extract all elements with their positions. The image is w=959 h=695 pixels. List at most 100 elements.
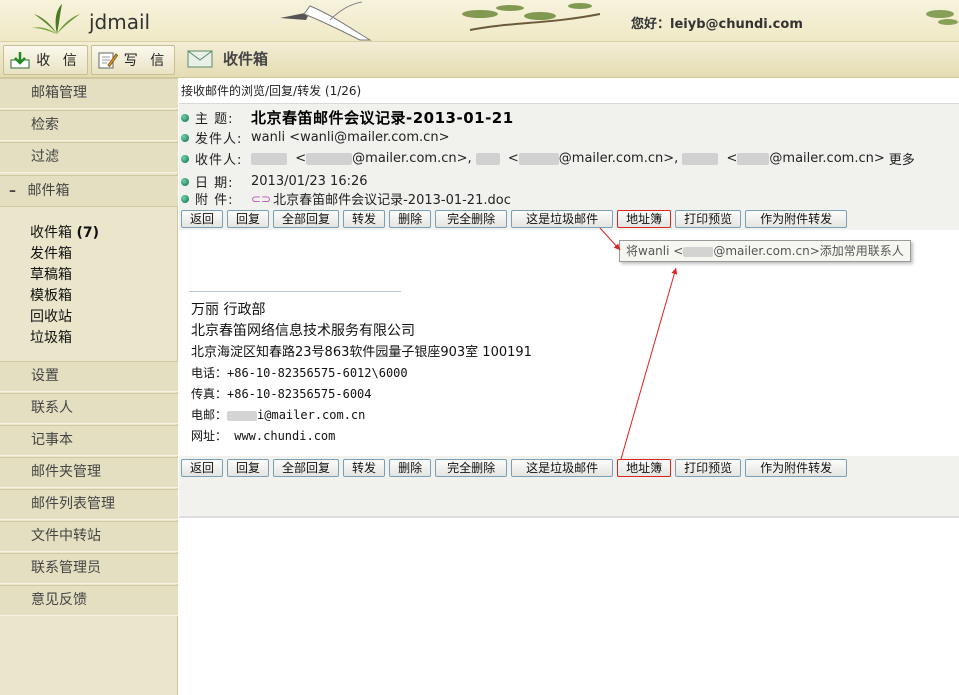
tooltip-prefix: 将wanli < (626, 244, 684, 258)
from-address[interactable]: wanli <wanli@mailer.com.cn> (251, 130, 449, 145)
subject-text: 北京春笛邮件会议记录-2013-01-21 (251, 109, 514, 127)
attachment-label: 附 件: (195, 193, 234, 208)
mailbox-section-label: 邮件箱 (27, 183, 70, 199)
forward-button[interactable]: 转发 (343, 210, 386, 228)
redacted-name (682, 152, 719, 165)
sidebar-item-file-transfer[interactable]: 文件中转站 (0, 521, 178, 552)
date-value: 2013/01/23 16:26 (251, 174, 368, 189)
sidebar-item-folder-manage[interactable]: 邮件夹管理 (0, 457, 178, 488)
to-address[interactable]: @mailer.com.cn> (769, 151, 884, 166)
sig-web: 网址： www.chundi.com (191, 429, 336, 443)
sidebar-item-contact-admin[interactable]: 联系管理员 (0, 553, 178, 584)
receive-mail-label: 收 信 (36, 53, 81, 69)
delete-permanently-button[interactable]: 完全删除 (435, 210, 508, 228)
to-text: < (507, 151, 519, 166)
bottom-action-bar: 返回 回复 全部回复 转发 删除 完全删除 这是垃圾邮件 地址簿 打印预览 作为… (181, 459, 848, 477)
sidebar-item-settings[interactable]: 设置 (0, 361, 178, 392)
pine-branch-decoration (926, 10, 958, 25)
forward-as-attachment-button[interactable]: 作为附件转发 (745, 210, 848, 228)
mark-spam-button-bottom[interactable]: 这是垃圾邮件 (511, 459, 614, 477)
message-body: 万丽 行政部 北京春笛网络信息技术服务有限公司 北京海淀区知春路23号863软件… (191, 300, 532, 447)
print-preview-button[interactable]: 打印预览 (675, 210, 742, 228)
subject-label: 主 题: (195, 112, 234, 127)
compose-pencil-icon (98, 52, 118, 69)
to-text: < (726, 151, 738, 166)
signature-divider (189, 291, 401, 292)
add-contact-tooltip: 将wanli < @mailer.com.cn>添加常用联系人 (619, 240, 911, 262)
folder-item-spam[interactable]: 垃圾箱 (30, 328, 99, 349)
forward-as-attachment-button-bottom[interactable]: 作为附件转发 (745, 459, 848, 477)
sidebar-item-contacts[interactable]: 联系人 (0, 393, 178, 424)
forward-button-bottom[interactable]: 转发 (343, 459, 386, 477)
redacted-name (227, 410, 258, 421)
breadcrumb: 接收邮件的浏览/回复/转发 (1/26) (181, 84, 362, 98)
top-toolbar: 收 信 写 信 (0, 42, 959, 78)
delete-permanently-button-bottom[interactable]: 完全删除 (435, 459, 508, 477)
sidebar-section-mailboxes[interactable]: – 邮件箱 (0, 175, 178, 207)
receive-mail-button[interactable]: 收 信 (3, 45, 88, 75)
paperclip-icon: ⊂⊃ (251, 191, 272, 206)
address-book-button-bottom[interactable]: 地址簿 (617, 459, 672, 477)
folder-item-inbox[interactable]: 收件箱 (7) (30, 223, 99, 244)
delete-button-bottom[interactable]: 删除 (389, 459, 432, 477)
mark-spam-button[interactable]: 这是垃圾邮件 (511, 210, 614, 228)
bullet-icon (181, 154, 189, 163)
sidebar: 邮箱管理 检索 过滤 – 邮件箱 收件箱 (7) 发件箱 草稿箱 模板箱 回收站… (0, 78, 178, 695)
folder-item-drafts[interactable]: 草稿箱 (30, 265, 99, 286)
folder-item-sent[interactable]: 发件箱 (30, 244, 99, 265)
current-folder-title: 收件箱 (187, 48, 268, 69)
sig-company: 北京春笛网络信息技术服务有限公司 (191, 323, 415, 339)
sig-phone: 电话：+86-10-82356575-6012\6000 (191, 366, 408, 380)
collapse-minus-icon[interactable]: – (9, 176, 23, 206)
folder-name: 收件箱 (30, 225, 72, 241)
compose-mail-button[interactable]: 写 信 (91, 45, 175, 75)
folder-item-templates[interactable]: 模板箱 (30, 286, 99, 307)
from-row: 发件人: wanli <wanli@mailer.com.cn> (181, 128, 449, 147)
reply-button-bottom[interactable]: 回复 (227, 459, 270, 477)
compose-mail-label: 写 信 (123, 53, 169, 69)
to-address[interactable]: @mailer.com.cn>, (559, 151, 678, 166)
to-address[interactable]: @mailer.com.cn>, (352, 151, 471, 166)
address-book-button[interactable]: 地址簿 (617, 210, 672, 228)
envelope-icon (187, 50, 213, 67)
back-button-bottom[interactable]: 返回 (181, 459, 224, 477)
sig-fax: 传真：+86-10-82356575-6004 (191, 387, 372, 401)
bullet-icon (181, 133, 189, 142)
tooltip-suffix: @mailer.com.cn>添加常用联系人 (713, 244, 904, 258)
print-preview-button-bottom[interactable]: 打印预览 (675, 459, 742, 477)
to-row: 收件人: < @mailer.com.cn>, < @mailer.com.cn… (181, 149, 915, 168)
to-label: 收件人: (195, 153, 243, 168)
folder-title-text: 收件箱 (223, 50, 269, 68)
top-action-bar: 返回 回复 全部回复 转发 删除 完全删除 这是垃圾邮件 地址簿 打印预览 作为… (181, 210, 848, 228)
message-header: 主 题: 北京春笛邮件会议记录-2013-01-21 发件人: wanli <w… (179, 103, 959, 230)
more-recipients-link[interactable]: 更多 (889, 149, 915, 168)
redacted-name (251, 152, 287, 165)
unread-count: (7) (76, 225, 99, 241)
download-inbox-icon (10, 52, 30, 69)
reply-all-button[interactable]: 全部回复 (273, 210, 340, 228)
redacted-name (518, 152, 559, 165)
back-button[interactable]: 返回 (181, 210, 224, 228)
folder-list: 收件箱 (7) 发件箱 草稿箱 模板箱 回收站 垃圾箱 (30, 223, 99, 349)
reply-all-button-bottom[interactable]: 全部回复 (273, 459, 340, 477)
reply-button[interactable]: 回复 (227, 210, 270, 228)
delete-button[interactable]: 删除 (389, 210, 432, 228)
sidebar-item-mailbox-manage[interactable]: 邮箱管理 (0, 78, 178, 109)
sidebar-item-search[interactable]: 检索 (0, 110, 178, 141)
brand-name: jdmail (89, 10, 151, 34)
attachment-link[interactable]: 北京春笛邮件会议记录-2013-01-21.doc (273, 189, 511, 208)
bamboo-leaf-logo-icon (32, 4, 80, 34)
folder-item-trash[interactable]: 回收站 (30, 307, 99, 328)
sidebar-item-mailing-list[interactable]: 邮件列表管理 (0, 489, 178, 520)
sig-email-address[interactable]: i@mailer.com.cn (257, 408, 365, 422)
attachment-row: 附 件: ⊂⊃ 北京春笛邮件会议记录-2013-01-21.doc (181, 189, 511, 208)
message-view: 接收邮件的浏览/回复/转发 (1/26) 主 题: 北京春笛邮件会议记录-201… (179, 78, 959, 695)
subject-row: 主 题: 北京春笛邮件会议记录-2013-01-21 (181, 107, 514, 128)
sidebar-item-filter[interactable]: 过滤 (0, 142, 178, 173)
redacted-name (737, 152, 770, 165)
sidebar-item-notes[interactable]: 记事本 (0, 425, 178, 456)
to-text: < (295, 151, 307, 166)
sig-address: 北京海淀区知春路23号863软件园量子银座903室 100191 (191, 345, 532, 360)
sidebar-item-feedback[interactable]: 意见反馈 (0, 585, 178, 616)
user-greeting: 您好：leiyb@chundi.com (631, 17, 803, 32)
